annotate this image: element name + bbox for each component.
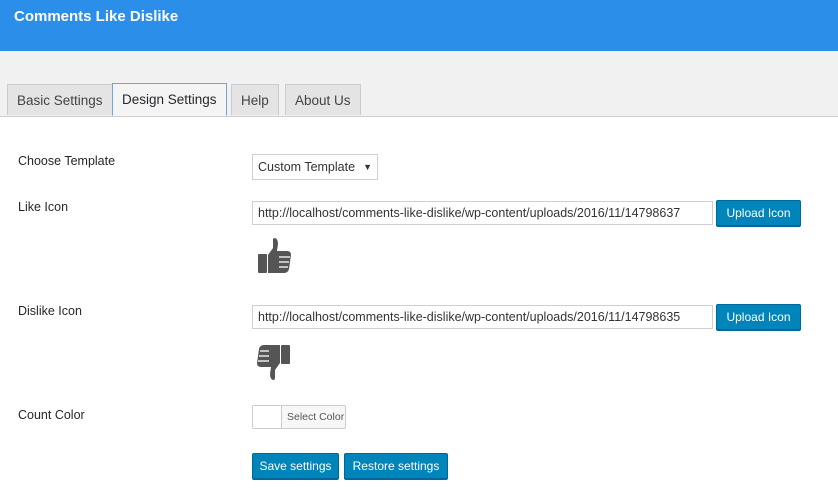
thumbs-up-icon — [254, 237, 294, 277]
thumbs-down-icon — [254, 341, 294, 381]
tab-help[interactable]: Help — [231, 84, 279, 115]
template-select[interactable]: Custom Template ▼ — [252, 154, 378, 180]
count-color-label: Count Color — [18, 408, 85, 422]
design-settings-panel: Choose Template Custom Template ▼ Like I… — [0, 117, 838, 503]
count-color-picker[interactable]: Select Color — [252, 405, 346, 429]
page-header: Comments Like Dislike — [0, 0, 838, 51]
color-swatch — [253, 406, 282, 428]
restore-settings-button[interactable]: Restore settings — [344, 453, 448, 479]
like-icon-label: Like Icon — [18, 200, 69, 214]
chevron-down-icon: ▼ — [363, 162, 372, 172]
plugin-title: Comments Like Dislike — [14, 8, 179, 25]
tab-basic-settings[interactable]: Basic Settings — [7, 84, 113, 115]
template-label: Choose Template — [18, 154, 116, 168]
template-select-value: Custom Template — [258, 160, 356, 174]
select-color-label: Select Color — [287, 411, 345, 423]
dislike-icon-url-input[interactable]: http://localhost/comments-like-dislike/w… — [252, 305, 713, 329]
save-settings-button[interactable]: Save settings — [252, 453, 339, 479]
tab-about-us[interactable]: About Us — [285, 84, 361, 115]
dislike-upload-icon-button[interactable]: Upload Icon — [716, 304, 801, 330]
tab-design-settings[interactable]: Design Settings — [112, 83, 227, 116]
dislike-icon-label: Dislike Icon — [18, 304, 82, 318]
settings-tabs: Basic Settings Design Settings Help Abou… — [0, 83, 838, 117]
like-upload-icon-button[interactable]: Upload Icon — [716, 200, 801, 226]
like-icon-url-input[interactable]: http://localhost/comments-like-dislike/w… — [252, 201, 713, 225]
